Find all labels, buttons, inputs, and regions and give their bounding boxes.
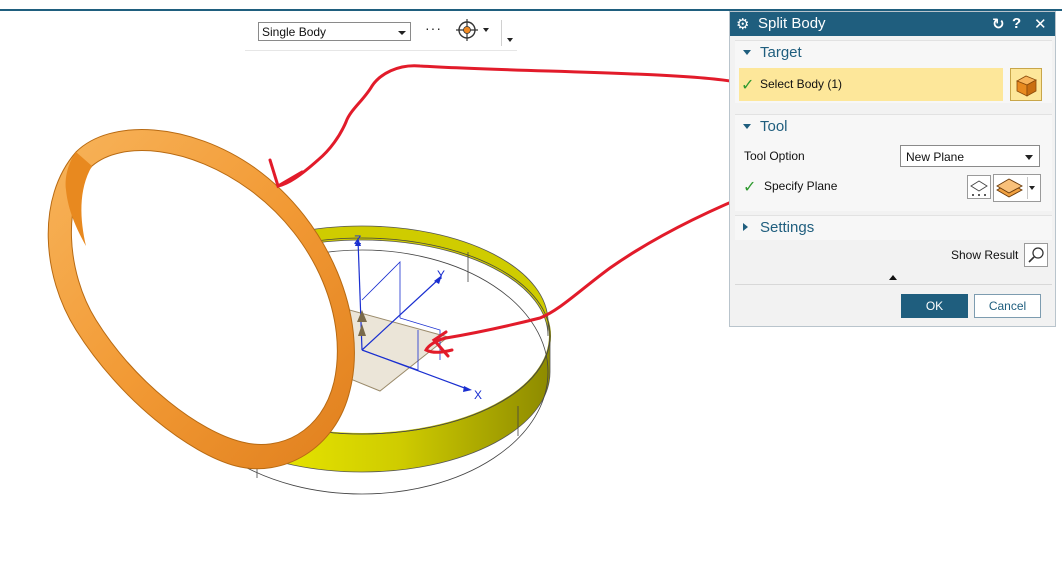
- toolbar-overflow-icon[interactable]: [507, 38, 513, 42]
- tool-group-title: Tool: [760, 118, 788, 135]
- close-icon[interactable]: ✕: [1034, 15, 1047, 33]
- settings-group: Settings: [735, 215, 1052, 240]
- tool-option-select[interactable]: New Plane: [900, 145, 1040, 167]
- type-filter-value: Single Body: [262, 25, 327, 39]
- tool-option-label: Tool Option: [744, 149, 805, 163]
- axis-label-y: Y: [437, 268, 445, 282]
- caret-down-icon: [743, 50, 751, 55]
- settings-group-header[interactable]: Settings: [735, 216, 1052, 240]
- snap-point-button[interactable]: [455, 18, 495, 42]
- checkmark-icon: ✓: [741, 77, 755, 94]
- target-group-header[interactable]: Target: [735, 41, 1052, 65]
- help-icon[interactable]: ?: [1012, 15, 1021, 32]
- split-divider: [1027, 177, 1028, 199]
- cancel-button[interactable]: Cancel: [974, 294, 1041, 318]
- chevron-down-icon: [1025, 155, 1033, 160]
- toolbar-separator: [501, 20, 502, 46]
- reset-icon[interactable]: ↻: [992, 15, 1005, 33]
- axis-label-z: Z: [354, 233, 361, 247]
- select-body-label: Select Body (1): [760, 77, 843, 91]
- graphics-viewport[interactable]: Z Y X: [0, 60, 730, 579]
- plane-dialog-button[interactable]: [967, 175, 991, 199]
- show-result-button[interactable]: [1024, 243, 1048, 267]
- checkmark-icon: ✓: [743, 179, 757, 196]
- caret-right-icon: [743, 223, 748, 231]
- inferred-plane-icon: [996, 178, 1023, 198]
- select-body-button[interactable]: [1010, 68, 1042, 101]
- axis-label-x: X: [474, 388, 482, 402]
- footer-divider: [735, 284, 1052, 285]
- dialog-title: Split Body: [758, 15, 826, 32]
- selection-toolbar: Single Body ···: [245, 14, 517, 51]
- snap-point-icon: [456, 19, 489, 41]
- chevron-down-icon: [398, 31, 406, 35]
- type-filter-select[interactable]: Single Body: [258, 22, 411, 41]
- plane-dialog-icon: [970, 180, 988, 196]
- magnifier-icon: [1028, 247, 1044, 263]
- solid-body-icon: [1016, 75, 1037, 97]
- target-group-title: Target: [760, 44, 802, 61]
- gear-icon[interactable]: ⚙: [736, 15, 749, 33]
- tool-option-value: New Plane: [906, 150, 965, 164]
- select-body-row[interactable]: ✓ Select Body (1): [739, 68, 1003, 101]
- caret-down-icon: [743, 124, 751, 129]
- show-result-label: Show Result: [951, 248, 1019, 262]
- split-body-dialog: ⚙ Split Body ↻ ? ✕ Target ✓ Select Body …: [729, 11, 1056, 327]
- chevron-down-icon[interactable]: [1029, 186, 1035, 190]
- tool-group-header[interactable]: Tool: [735, 115, 1052, 139]
- specify-plane-label: Specify Plane: [764, 179, 838, 193]
- settings-group-title: Settings: [760, 219, 815, 236]
- inferred-plane-button[interactable]: [993, 174, 1041, 202]
- collapse-caret-icon[interactable]: [889, 275, 897, 280]
- ok-button[interactable]: OK: [901, 294, 968, 318]
- more-options-button[interactable]: ···: [425, 20, 442, 36]
- dialog-header: ⚙ Split Body ↻ ? ✕: [730, 12, 1055, 36]
